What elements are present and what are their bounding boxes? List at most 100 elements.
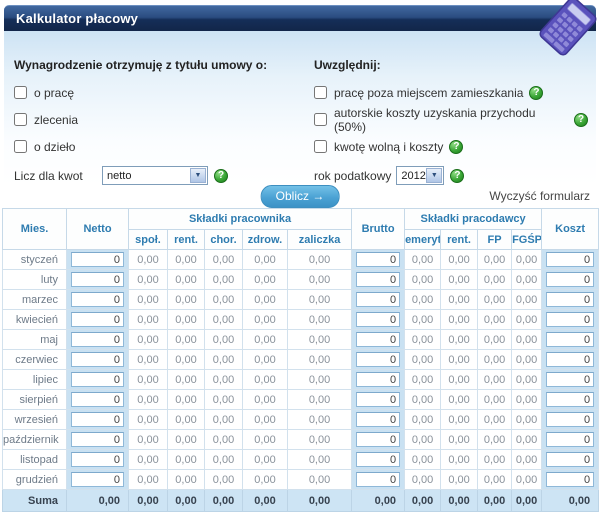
employer-contribution-value: 0,00	[478, 250, 512, 270]
amount-type-select[interactable]: netto ▼	[102, 166, 208, 185]
netto-input[interactable]	[71, 412, 124, 427]
table-row: sierpień0,000,000,000,000,000,000,000,00…	[3, 390, 599, 410]
brutto-input[interactable]	[356, 352, 400, 367]
employer-contribution-value: 0,00	[441, 470, 478, 490]
koszt-input[interactable]	[546, 392, 594, 407]
checkbox-kwota-wolna[interactable]	[314, 140, 327, 153]
help-icon[interactable]: ?	[450, 169, 464, 183]
employee-contribution-value: 0,00	[168, 370, 205, 390]
table-row: czerwiec0,000,000,000,000,000,000,000,00…	[3, 350, 599, 370]
salary-calculator-widget: Kalkulator płacowy Wynagrodzenie otrzymu…	[0, 0, 600, 518]
netto-input[interactable]	[71, 352, 124, 367]
koszt-input[interactable]	[546, 412, 594, 427]
employee-contribution-value: 0,00	[288, 290, 352, 310]
contract-type-section: Wynagrodzenie otrzymuję z tytułu umowy o…	[14, 58, 314, 185]
netto-input[interactable]	[71, 312, 124, 327]
netto-input[interactable]	[71, 472, 124, 487]
koszt-input[interactable]	[546, 432, 594, 447]
brutto-cell	[352, 350, 405, 370]
koszt-input[interactable]	[546, 472, 594, 487]
brutto-input[interactable]	[356, 432, 400, 447]
employer-contribution-value: 0,00	[512, 350, 542, 370]
netto-input[interactable]	[71, 292, 124, 307]
employer-contribution-value: 0,00	[512, 250, 542, 270]
employee-contribution-value: 0,00	[205, 330, 243, 350]
help-icon[interactable]: ?	[529, 86, 543, 100]
brutto-input[interactable]	[356, 332, 400, 347]
col-header-fp: FP	[478, 230, 512, 250]
netto-cell	[67, 450, 129, 470]
checkbox-zlecenia[interactable]	[14, 113, 27, 126]
koszt-cell	[542, 450, 599, 470]
tax-year-select[interactable]: 2012 ▼	[396, 166, 444, 185]
col-header-zdrow: zdrow.	[243, 230, 288, 250]
netto-input[interactable]	[71, 332, 124, 347]
help-icon[interactable]: ?	[449, 140, 463, 154]
brutto-input[interactable]	[356, 452, 400, 467]
employer-contribution-value: 0,00	[441, 270, 478, 290]
koszt-cell	[542, 470, 599, 490]
salary-table: Mies. Netto Składki pracownika Brutto Sk…	[2, 208, 599, 512]
employee-contribution-value: 0,00	[129, 350, 168, 370]
netto-input[interactable]	[71, 392, 124, 407]
suma-koszt: 0,00	[542, 490, 599, 512]
employee-contribution-value: 0,00	[205, 350, 243, 370]
koszt-input[interactable]	[546, 332, 594, 347]
brutto-input[interactable]	[356, 312, 400, 327]
brutto-input[interactable]	[356, 412, 400, 427]
brutto-input[interactable]	[356, 372, 400, 387]
table-row: grudzień0,000,000,000,000,000,000,000,00…	[3, 470, 599, 490]
netto-input[interactable]	[71, 452, 124, 467]
amount-type-row: Licz dla kwot netto ▼ ?	[14, 166, 314, 185]
employer-contribution-value: 0,00	[405, 350, 441, 370]
koszt-input[interactable]	[546, 312, 594, 327]
tax-year-label: rok podatkowy	[314, 169, 391, 183]
checkbox-o-dzielo[interactable]	[14, 140, 27, 153]
clear-form-link[interactable]: Wyczyść formularz	[489, 189, 590, 203]
employer-contribution-value: 0,00	[405, 270, 441, 290]
employee-contribution-value: 0,00	[168, 330, 205, 350]
koszt-cell	[542, 250, 599, 270]
employee-contribution-value: 0,00	[205, 410, 243, 430]
brutto-input[interactable]	[356, 252, 400, 267]
employer-contribution-value: 0,00	[478, 310, 512, 330]
employee-contribution-value: 0,00	[129, 330, 168, 350]
netto-input[interactable]	[71, 252, 124, 267]
employee-contribution-value: 0,00	[205, 290, 243, 310]
employer-contribution-value: 0,00	[405, 470, 441, 490]
koszt-input[interactable]	[546, 292, 594, 307]
koszt-input[interactable]	[546, 352, 594, 367]
koszt-input[interactable]	[546, 372, 594, 387]
employee-contribution-value: 0,00	[129, 310, 168, 330]
employer-contribution-value: 0,00	[405, 330, 441, 350]
employee-contribution-value: 0,00	[243, 470, 288, 490]
help-icon[interactable]: ?	[574, 113, 588, 127]
col-group-employee-contributions: Składki pracownika	[129, 209, 352, 230]
koszt-input[interactable]	[546, 452, 594, 467]
options-section: Uwzględnij: pracę poza miejscem zamieszk…	[314, 58, 588, 185]
koszt-input[interactable]	[546, 272, 594, 287]
brutto-input[interactable]	[356, 292, 400, 307]
brutto-input[interactable]	[356, 392, 400, 407]
employee-contribution-value: 0,00	[288, 330, 352, 350]
employee-contribution-value: 0,00	[168, 450, 205, 470]
netto-input[interactable]	[71, 432, 124, 447]
employer-contribution-value: 0,00	[405, 450, 441, 470]
netto-input[interactable]	[71, 372, 124, 387]
amount-type-value: netto	[107, 170, 131, 182]
checkbox-autorskie-koszty[interactable]	[314, 113, 327, 126]
checkbox-poza-miejscem[interactable]	[314, 86, 327, 99]
brutto-input[interactable]	[356, 272, 400, 287]
checkbox-o-prace[interactable]	[14, 86, 27, 99]
calculate-button[interactable]: Oblicz →	[261, 185, 340, 208]
netto-input[interactable]	[71, 272, 124, 287]
employee-contribution-value: 0,00	[129, 270, 168, 290]
employee-contribution-value: 0,00	[168, 310, 205, 330]
koszt-input[interactable]	[546, 252, 594, 267]
brutto-input[interactable]	[356, 472, 400, 487]
employee-contribution-value: 0,00	[205, 250, 243, 270]
employer-contribution-value: 0,00	[478, 350, 512, 370]
employer-contribution-value: 0,00	[441, 370, 478, 390]
help-icon[interactable]: ?	[214, 169, 228, 183]
employee-contribution-value: 0,00	[205, 390, 243, 410]
